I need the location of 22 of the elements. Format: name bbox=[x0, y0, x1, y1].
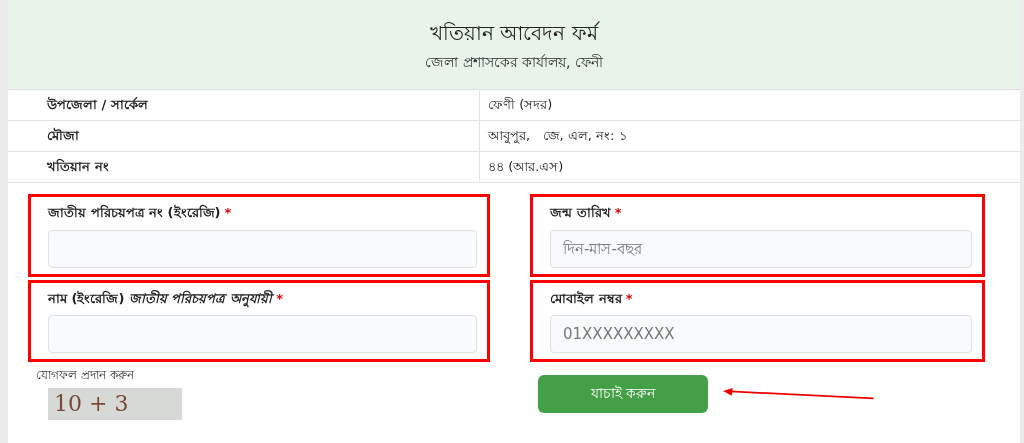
input-field[interactable]: দিন-মাস-বছর bbox=[550, 229, 972, 268]
required-mark: * bbox=[625, 290, 633, 306]
required-mark: * bbox=[614, 205, 622, 220]
field-label: জাতীয় পরিচয়পত্র নং (ইংরেজি) bbox=[48, 203, 221, 222]
captcha-prompt: যোগফল প্রদান করুন bbox=[36, 367, 134, 384]
info-label: মৌজা bbox=[47, 127, 79, 146]
field-label: জন্ম তারিখ bbox=[550, 203, 611, 222]
info-label: খতিয়ান নং bbox=[47, 157, 109, 177]
input-field[interactable] bbox=[48, 229, 477, 268]
form-title: খতিয়ান আবেদন ফর্ম bbox=[429, 20, 601, 47]
required-mark: * bbox=[224, 205, 232, 220]
required-mark: * bbox=[276, 290, 283, 306]
info-value: ফেণী (সদর) bbox=[488, 96, 553, 115]
info-label: উপজেলা / সার্কেল bbox=[47, 96, 148, 115]
verify-button[interactable]: যাচাই করুন bbox=[538, 374, 708, 413]
info-value: আবুপুর, জে, এল, নং: ১ bbox=[488, 127, 627, 146]
input-field[interactable]: 01XXXXXXXXX bbox=[550, 315, 972, 353]
input-field[interactable] bbox=[48, 315, 477, 353]
captcha-image: 10 + 3 bbox=[48, 388, 182, 420]
form-subtitle: জেলা প্রশাসকের কার্যালয়, ফেনী bbox=[425, 53, 603, 72]
info-value: ৪৪ (আর.এস) bbox=[488, 158, 564, 177]
field-label: মোবাইল নম্বর bbox=[550, 289, 622, 308]
